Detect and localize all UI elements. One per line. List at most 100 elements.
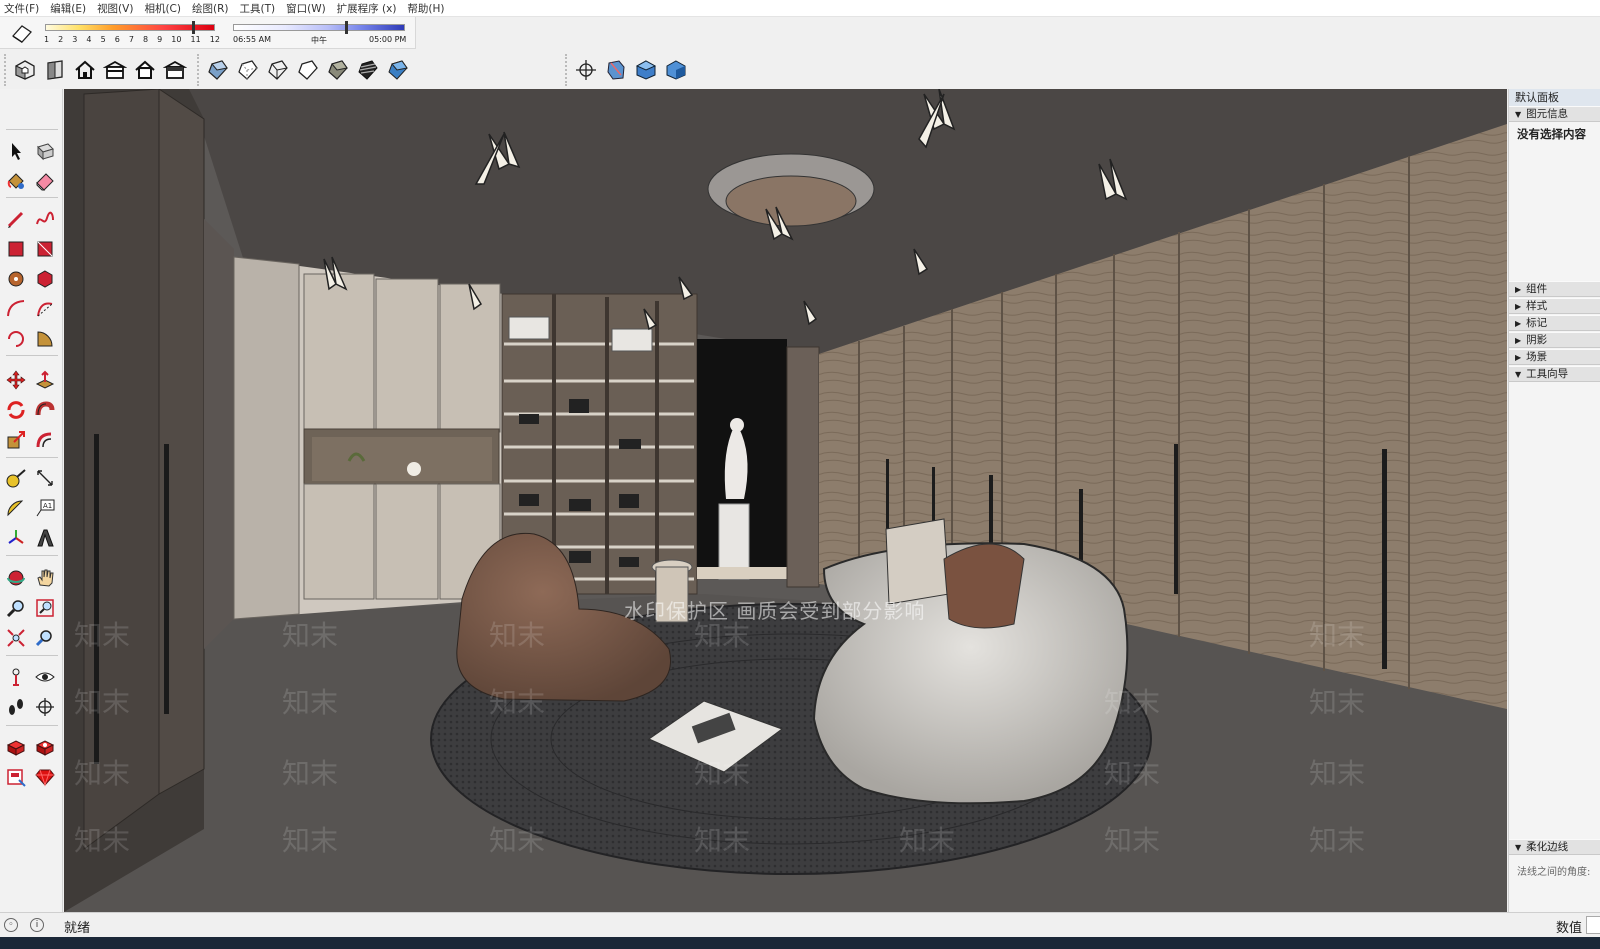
push-pull-icon[interactable] — [32, 367, 58, 393]
soften-edges-panel-header[interactable]: ▼ 柔化边线 — [1509, 839, 1600, 855]
top-view-icon[interactable] — [40, 55, 70, 85]
protractor-icon[interactable] — [3, 495, 29, 521]
dimension-icon[interactable] — [32, 465, 58, 491]
section-plane-icon[interactable] — [571, 55, 601, 85]
tape-measure-icon[interactable] — [3, 465, 29, 491]
make-component-icon[interactable] — [32, 138, 58, 164]
scenes-panel-header[interactable]: ▶ 场景 — [1509, 349, 1600, 365]
watermark-logo: 知末 — [694, 824, 751, 857]
scale-icon[interactable] — [3, 427, 29, 453]
components-panel-header[interactable]: ▶ 组件 — [1509, 281, 1600, 297]
zoom-icon[interactable] — [3, 595, 29, 621]
back-edges-style-icon[interactable] — [233, 55, 263, 85]
select-icon[interactable] — [3, 138, 29, 164]
hidden-line-style-icon[interactable] — [293, 55, 323, 85]
ruby-icon[interactable] — [32, 764, 58, 790]
panel-label: 标记 — [1526, 317, 1548, 329]
month-slider-thumb[interactable] — [192, 21, 195, 34]
three-point-arc-icon[interactable] — [3, 326, 29, 352]
month-label: 1 — [44, 35, 50, 44]
toolbar-divider — [6, 355, 58, 356]
zoom-window-icon[interactable] — [32, 595, 58, 621]
time-slider[interactable] — [233, 24, 405, 31]
info-icon[interactable]: i — [30, 918, 44, 932]
watermark-logo: 知末 — [1104, 686, 1161, 719]
menu-window[interactable]: 窗口(W) — [286, 1, 326, 16]
instructor-panel-header[interactable]: ▼ 工具向导 — [1509, 366, 1600, 382]
pie-icon[interactable] — [32, 326, 58, 352]
front-view-icon[interactable] — [70, 55, 100, 85]
offset-icon[interactable] — [32, 427, 58, 453]
zoom-extents-icon[interactable] — [3, 625, 29, 651]
shadow-toggle-icon[interactable] — [10, 22, 34, 44]
right-view-icon[interactable] — [100, 55, 130, 85]
rotate-icon[interactable] — [3, 397, 29, 423]
eraser-icon[interactable] — [32, 168, 58, 194]
geo-location-icon[interactable]: ◦ — [4, 918, 18, 932]
left-view-icon[interactable] — [160, 55, 190, 85]
arc-icon[interactable] — [3, 296, 29, 322]
wireframe-style-icon[interactable] — [263, 55, 293, 85]
styles-panel-header[interactable]: ▶ 样式 — [1509, 298, 1600, 314]
rotated-rectangle-icon[interactable] — [32, 236, 58, 262]
text-icon[interactable]: A1 — [32, 495, 58, 521]
entity-info-panel-header[interactable]: ▼ 图元信息 — [1509, 106, 1600, 122]
toolbar-divider — [6, 725, 58, 726]
menu-camera[interactable]: 相机(C) — [144, 1, 181, 16]
menu-help[interactable]: 帮助(H) — [407, 1, 444, 16]
polygon-icon[interactable] — [32, 266, 58, 292]
menu-tools[interactable]: 工具(T) — [239, 1, 275, 16]
menu-draw[interactable]: 绘图(R) — [192, 1, 229, 16]
watermark-logo: 知末 — [74, 824, 131, 857]
orbit-icon[interactable] — [3, 565, 29, 591]
display-section-cuts-icon[interactable] — [631, 55, 661, 85]
expand-arrow-icon: ▶ — [1515, 336, 1522, 345]
interior-scene-render — [64, 89, 1507, 912]
expand-arrow-icon: ▶ — [1515, 302, 1522, 311]
paint-bucket-icon[interactable] — [3, 168, 29, 194]
time-slider-thumb[interactable] — [345, 21, 348, 34]
look-around-icon[interactable] — [32, 664, 58, 690]
shaded-style-icon[interactable] — [323, 55, 353, 85]
measurements-label: 数值 — [1556, 921, 1583, 936]
move-icon[interactable] — [3, 367, 29, 393]
iso-view-icon[interactable] — [10, 55, 40, 85]
status-bar: ◦ i 就绪 数值 — [0, 912, 1600, 937]
section-plane-icon[interactable] — [32, 694, 58, 720]
layout-icon[interactable] — [3, 764, 29, 790]
watermark-logo: 知末 — [1104, 824, 1161, 857]
expand-arrow-icon: ▶ — [1515, 353, 1522, 362]
previous-view-icon[interactable] — [32, 625, 58, 651]
tags-panel-header[interactable]: ▶ 标记 — [1509, 315, 1600, 331]
display-section-fill-icon[interactable] — [661, 55, 691, 85]
position-camera-icon[interactable] — [3, 664, 29, 690]
warehouse-icon[interactable] — [3, 734, 29, 760]
pan-icon[interactable] — [32, 565, 58, 591]
menu-edit[interactable]: 编辑(E) — [50, 1, 86, 16]
back-view-icon[interactable] — [130, 55, 160, 85]
follow-me-icon[interactable] — [32, 397, 58, 423]
month-slider[interactable] — [45, 24, 215, 31]
shaded-textures-style-icon[interactable] — [353, 55, 383, 85]
measurements-input[interactable] — [1586, 916, 1600, 934]
display-section-planes-icon[interactable] — [601, 55, 631, 85]
panel-label: 样式 — [1526, 300, 1548, 312]
walk-icon[interactable] — [3, 694, 29, 720]
two-point-arc-icon[interactable] — [32, 296, 58, 322]
freehand-icon[interactable] — [32, 206, 58, 232]
expand-arrow-icon: ▶ — [1515, 319, 1522, 328]
axes-icon[interactable] — [3, 525, 29, 551]
rectangle-icon[interactable] — [3, 236, 29, 262]
circle-icon[interactable] — [3, 266, 29, 292]
model-viewport[interactable]: 水印保护区 画质会受到部分影响 知末 知末 知末 知末 知末 知末 知末 知末 … — [64, 89, 1507, 912]
menu-view[interactable]: 视图(V) — [97, 1, 133, 16]
xray-style-icon[interactable] — [203, 55, 233, 85]
3d-text-icon[interactable] — [32, 525, 58, 551]
extension-warehouse-icon[interactable] — [32, 734, 58, 760]
menu-extensions[interactable]: 扩展程序 (x) — [337, 1, 397, 16]
default-tray: 默认面板 ▼ 图元信息 没有选择内容 ▶ 组件 ▶ 样式 ▶ 标记 ▶ 阴影 ▶ 场景 ▼ 工… — [1508, 89, 1600, 912]
monochrome-style-icon[interactable] — [383, 55, 413, 85]
line-icon[interactable] — [3, 206, 29, 232]
menu-file[interactable]: 文件(F) — [4, 1, 39, 16]
shadows-panel-header[interactable]: ▶ 阴影 — [1509, 332, 1600, 348]
